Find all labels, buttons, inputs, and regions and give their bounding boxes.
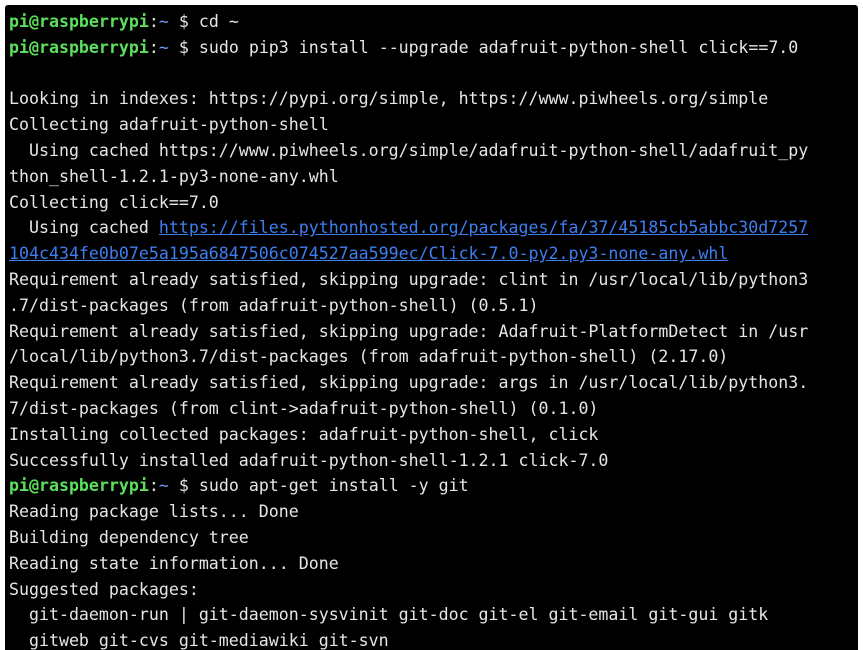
output-line-with-link: Using cached https://files.pythonhosted.… [9, 215, 808, 241]
output-line: Reading package lists... Done [9, 502, 299, 522]
output-line: Looking in indexes: https://pypi.org/sim… [9, 89, 769, 109]
output-line: .7/dist-packages (from adafruit-python-s… [9, 295, 539, 315]
prompt-symbol: $ [178, 37, 189, 57]
prompt-line: pi@raspberrypi:~ $ cd ~ [9, 9, 808, 35]
terminal-window[interactable]: pi@raspberrypi:~ $ cd ~ pi@raspberrypi:~ … [5, 5, 858, 650]
output-line: Building dependency tree [9, 527, 249, 547]
command-text: cd ~ [198, 12, 239, 31]
download-link[interactable]: https://files.pythonhosted.org/packages/… [159, 218, 808, 237]
terminal-output: pi@raspberrypi:~ $ cd ~ pi@raspberrypi:~ … [9, 9, 808, 650]
output-line: Reading state information... Done [9, 553, 339, 573]
output-line: Collecting click==7.0 [9, 192, 219, 212]
prompt-user: pi@raspberrypi [9, 476, 149, 496]
output-line: Requirement already satisfied, skipping … [9, 269, 809, 289]
output-line: Suggested packages: [9, 579, 199, 599]
command-text: sudo apt-get install -y git [198, 476, 469, 496]
prompt-symbol: $ [178, 12, 189, 31]
output-line: gitweb git-cvs git-mediawiki git-svn [9, 631, 389, 650]
prompt-path: ~ [158, 37, 169, 57]
output-line: Using cached https://www.piwheels.org/si… [9, 140, 809, 160]
prompt-path: ~ [158, 12, 169, 31]
download-link[interactable]: 104c434fe0b07e5a195a6847506c074527aa599e… [9, 244, 728, 263]
output-line: Successfully installed adafruit-python-s… [9, 450, 609, 470]
prompt-symbol: $ [178, 476, 189, 496]
output-line-with-link: 104c434fe0b07e5a195a6847506c074527aa599e… [9, 241, 808, 267]
output-line: Collecting adafruit-python-shell [9, 115, 329, 135]
output-line: /local/lib/python3.7/dist-packages (from… [9, 347, 729, 367]
prompt-line: pi@raspberrypi:~ $ sudo apt-get install … [9, 473, 808, 499]
prompt-separator: : [148, 37, 159, 57]
output-line: thon_shell-1.2.1-py3-none-any.whl [9, 166, 339, 186]
command-text: sudo pip3 install --upgrade adafruit-pyt… [198, 37, 799, 57]
output-line: git-daemon-run | git-daemon-sysvinit git… [9, 605, 769, 625]
output-line: Requirement already satisfied, skipping … [9, 321, 809, 341]
prompt-path: ~ [158, 476, 169, 496]
prompt-separator: : [148, 12, 159, 31]
output-line: 7/dist-packages (from clint->adafruit-py… [9, 398, 599, 418]
screenshot-frame: pi@raspberrypi:~ $ cd ~ pi@raspberrypi:~ … [0, 0, 863, 650]
prompt-separator: : [148, 476, 159, 496]
prompt-line: pi@raspberrypi:~ $ sudo pip3 install --u… [9, 35, 808, 61]
prompt-user: pi@raspberrypi [9, 12, 149, 31]
prompt-user: pi@raspberrypi [9, 37, 149, 57]
output-text: Using cached [9, 218, 159, 238]
output-line: Requirement already satisfied, skipping … [9, 373, 809, 393]
output-line: Installing collected packages: adafruit-… [9, 424, 599, 444]
